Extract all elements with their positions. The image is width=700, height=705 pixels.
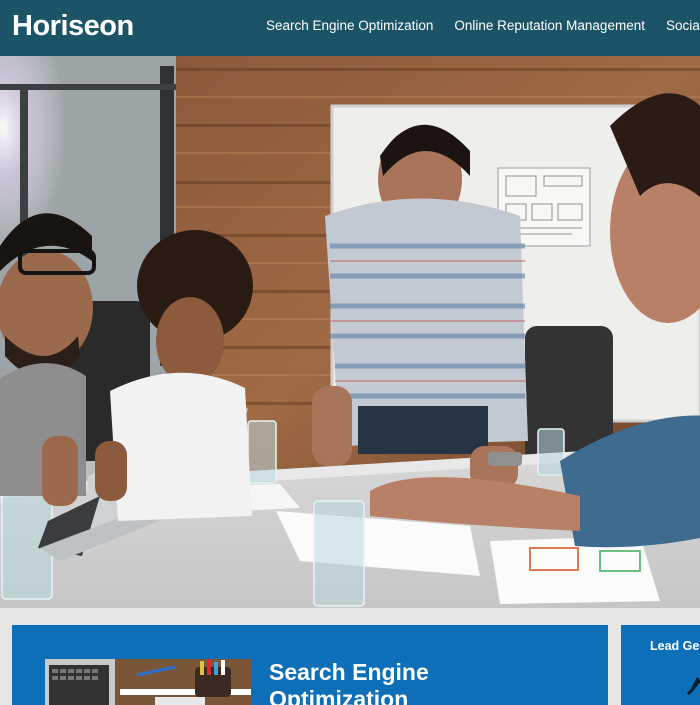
hero-image [0, 56, 700, 608]
site-logo[interactable]: Horiseon [12, 8, 134, 44]
lead-generation-heading: Lead Generation [650, 639, 700, 653]
content-section: Search Engine Optimization Lead Generati… [0, 608, 700, 705]
seo-heading: Search Engine Optimization [269, 659, 429, 705]
main-nav: Search Engine Optimization Online Reputa… [266, 17, 700, 35]
seo-panel: Search Engine Optimization [12, 625, 608, 705]
lead-generation-icon [687, 677, 700, 695]
seo-image [45, 659, 251, 705]
lead-generation-panel: Lead Generation [621, 625, 700, 705]
nav-link-seo[interactable]: Search Engine Optimization [266, 17, 433, 35]
nav-link-social-media-marketing[interactable]: Social Media Marketing [666, 17, 700, 35]
site-header: Horiseon Search Engine Optimization Onli… [0, 0, 700, 56]
nav-link-reputation-management[interactable]: Online Reputation Management [454, 17, 645, 35]
